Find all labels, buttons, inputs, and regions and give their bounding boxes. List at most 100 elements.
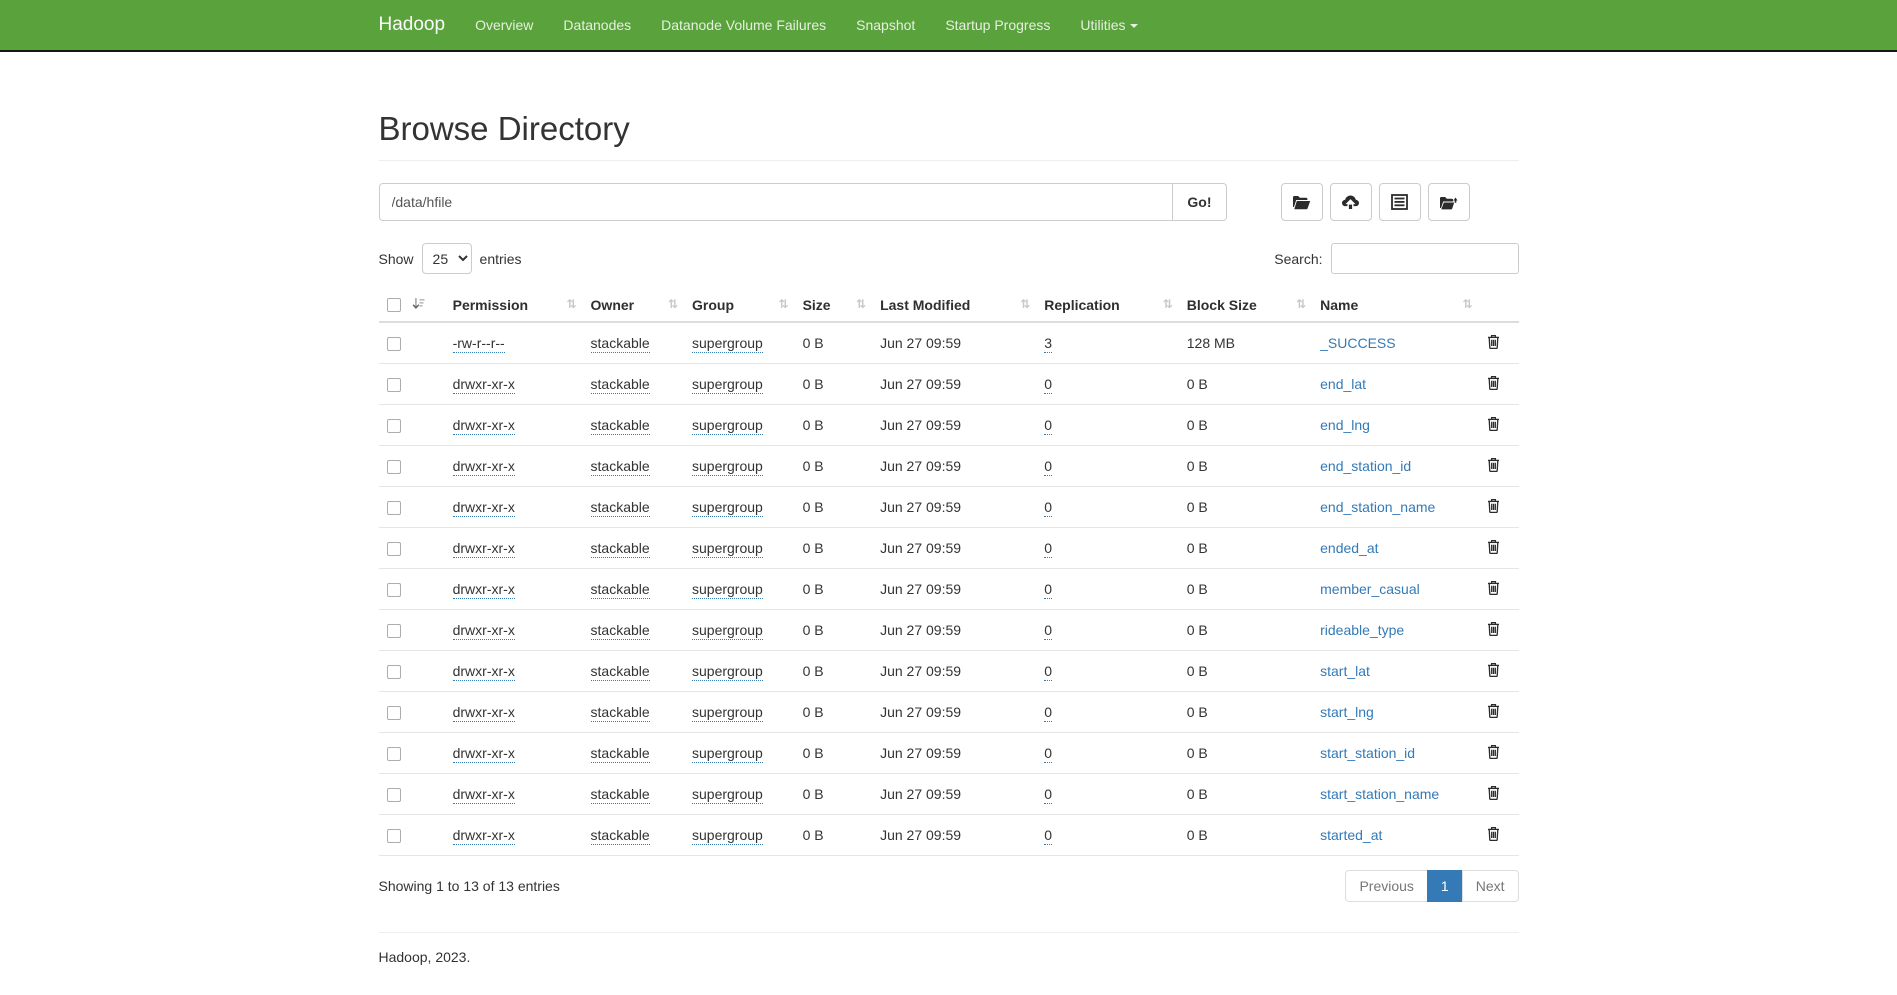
delete-button[interactable] bbox=[1487, 498, 1500, 516]
file-name-link[interactable]: start_lng bbox=[1320, 704, 1374, 720]
group-value[interactable]: supergroup bbox=[692, 417, 763, 435]
group-value[interactable]: supergroup bbox=[692, 540, 763, 558]
permission-value[interactable]: drwxr-xr-x bbox=[453, 540, 515, 558]
row-checkbox[interactable] bbox=[387, 583, 401, 597]
file-name-link[interactable]: start_station_name bbox=[1320, 786, 1439, 802]
replication-value[interactable]: 0 bbox=[1044, 458, 1052, 476]
replication-value[interactable]: 0 bbox=[1044, 663, 1052, 681]
delete-button[interactable] bbox=[1487, 416, 1500, 434]
column-header-name[interactable]: Name⇅ bbox=[1312, 288, 1478, 322]
group-value[interactable]: supergroup bbox=[692, 458, 763, 476]
delete-button[interactable] bbox=[1487, 785, 1500, 803]
replication-value[interactable]: 0 bbox=[1044, 827, 1052, 845]
row-checkbox[interactable] bbox=[387, 378, 401, 392]
file-name-link[interactable]: end_lng bbox=[1320, 417, 1370, 433]
owner-value[interactable]: stackable bbox=[591, 827, 650, 845]
delete-button[interactable] bbox=[1487, 744, 1500, 762]
permission-value[interactable]: drwxr-xr-x bbox=[453, 622, 515, 640]
nav-item-overview[interactable]: Overview bbox=[460, 0, 548, 50]
owner-value[interactable]: stackable bbox=[591, 663, 650, 681]
column-header-owner[interactable]: Owner⇅ bbox=[583, 288, 684, 322]
permission-value[interactable]: drwxr-xr-x bbox=[453, 458, 515, 476]
sort-ascending-icon[interactable] bbox=[412, 297, 425, 313]
owner-value[interactable]: stackable bbox=[591, 704, 650, 722]
nav-item-snapshot[interactable]: Snapshot bbox=[841, 0, 930, 50]
delete-button[interactable] bbox=[1487, 580, 1500, 598]
row-checkbox[interactable] bbox=[387, 665, 401, 679]
search-input[interactable] bbox=[1331, 243, 1519, 274]
file-name-link[interactable]: end_station_id bbox=[1320, 458, 1411, 474]
permission-value[interactable]: drwxr-xr-x bbox=[453, 376, 515, 394]
file-name-link[interactable]: start_lat bbox=[1320, 663, 1370, 679]
owner-value[interactable]: stackable bbox=[591, 417, 650, 435]
delete-button[interactable] bbox=[1487, 621, 1500, 639]
nav-item-utilities-dropdown[interactable]: Utilities bbox=[1065, 0, 1152, 50]
replication-value[interactable]: 0 bbox=[1044, 540, 1052, 558]
replication-value[interactable]: 0 bbox=[1044, 376, 1052, 394]
upload-files-button[interactable] bbox=[1330, 183, 1372, 221]
column-header-permission[interactable]: Permission⇅ bbox=[445, 288, 583, 322]
delete-button[interactable] bbox=[1487, 375, 1500, 393]
owner-value[interactable]: stackable bbox=[591, 622, 650, 640]
delete-button[interactable] bbox=[1487, 703, 1500, 721]
replication-value[interactable]: 0 bbox=[1044, 417, 1052, 435]
navbar-brand[interactable]: Hadoop bbox=[379, 0, 461, 50]
permission-value[interactable]: drwxr-xr-x bbox=[453, 499, 515, 517]
column-header-replication[interactable]: Replication⇅ bbox=[1036, 288, 1179, 322]
column-header-block-size[interactable]: Block Size⇅ bbox=[1179, 288, 1312, 322]
pagination-page-1[interactable]: 1 bbox=[1427, 870, 1463, 902]
owner-value[interactable]: stackable bbox=[591, 376, 650, 394]
delete-button[interactable] bbox=[1487, 826, 1500, 844]
row-checkbox[interactable] bbox=[387, 624, 401, 638]
owner-value[interactable]: stackable bbox=[591, 499, 650, 517]
owner-value[interactable]: stackable bbox=[591, 786, 650, 804]
group-value[interactable]: supergroup bbox=[692, 827, 763, 845]
file-name-link[interactable]: end_station_name bbox=[1320, 499, 1435, 515]
group-value[interactable]: supergroup bbox=[692, 663, 763, 681]
pagination-previous[interactable]: Previous bbox=[1345, 870, 1427, 902]
group-value[interactable]: supergroup bbox=[692, 745, 763, 763]
replication-value[interactable]: 0 bbox=[1044, 704, 1052, 722]
replication-value[interactable]: 0 bbox=[1044, 745, 1052, 763]
column-header-size[interactable]: Size⇅ bbox=[795, 288, 873, 322]
page-size-select[interactable]: 25 bbox=[422, 243, 472, 274]
row-checkbox[interactable] bbox=[387, 460, 401, 474]
owner-value[interactable]: stackable bbox=[591, 581, 650, 599]
permission-value[interactable]: drwxr-xr-x bbox=[453, 663, 515, 681]
nav-item-startup-progress[interactable]: Startup Progress bbox=[930, 0, 1065, 50]
file-name-link[interactable]: member_casual bbox=[1320, 581, 1420, 597]
column-header-group[interactable]: Group⇅ bbox=[684, 288, 795, 322]
group-value[interactable]: supergroup bbox=[692, 786, 763, 804]
row-checkbox[interactable] bbox=[387, 501, 401, 515]
go-button[interactable]: Go! bbox=[1173, 183, 1226, 221]
permission-value[interactable]: -rw-r--r-- bbox=[453, 335, 505, 353]
row-checkbox[interactable] bbox=[387, 747, 401, 761]
replication-value[interactable]: 0 bbox=[1044, 622, 1052, 640]
group-value[interactable]: supergroup bbox=[692, 704, 763, 722]
replication-value[interactable]: 0 bbox=[1044, 499, 1052, 517]
replication-value[interactable]: 3 bbox=[1044, 335, 1052, 353]
group-value[interactable]: supergroup bbox=[692, 581, 763, 599]
delete-button[interactable] bbox=[1487, 539, 1500, 557]
nav-item-datanodes[interactable]: Datanodes bbox=[548, 0, 646, 50]
permission-value[interactable]: drwxr-xr-x bbox=[453, 417, 515, 435]
group-value[interactable]: supergroup bbox=[692, 499, 763, 517]
replication-value[interactable]: 0 bbox=[1044, 581, 1052, 599]
owner-value[interactable]: stackable bbox=[591, 458, 650, 476]
list-button[interactable] bbox=[1379, 183, 1421, 221]
delete-button[interactable] bbox=[1487, 334, 1500, 352]
row-checkbox[interactable] bbox=[387, 788, 401, 802]
row-checkbox[interactable] bbox=[387, 829, 401, 843]
file-name-link[interactable]: end_lat bbox=[1320, 376, 1366, 392]
permission-value[interactable]: drwxr-xr-x bbox=[453, 827, 515, 845]
create-directory-button[interactable] bbox=[1281, 183, 1323, 221]
row-checkbox[interactable] bbox=[387, 419, 401, 433]
select-all-checkbox[interactable] bbox=[387, 298, 401, 312]
group-value[interactable]: supergroup bbox=[692, 622, 763, 640]
group-value[interactable]: supergroup bbox=[692, 335, 763, 353]
owner-value[interactable]: stackable bbox=[591, 540, 650, 558]
permission-value[interactable]: drwxr-xr-x bbox=[453, 745, 515, 763]
delete-button[interactable] bbox=[1487, 662, 1500, 680]
file-name-link[interactable]: _SUCCESS bbox=[1320, 335, 1395, 351]
replication-value[interactable]: 0 bbox=[1044, 786, 1052, 804]
